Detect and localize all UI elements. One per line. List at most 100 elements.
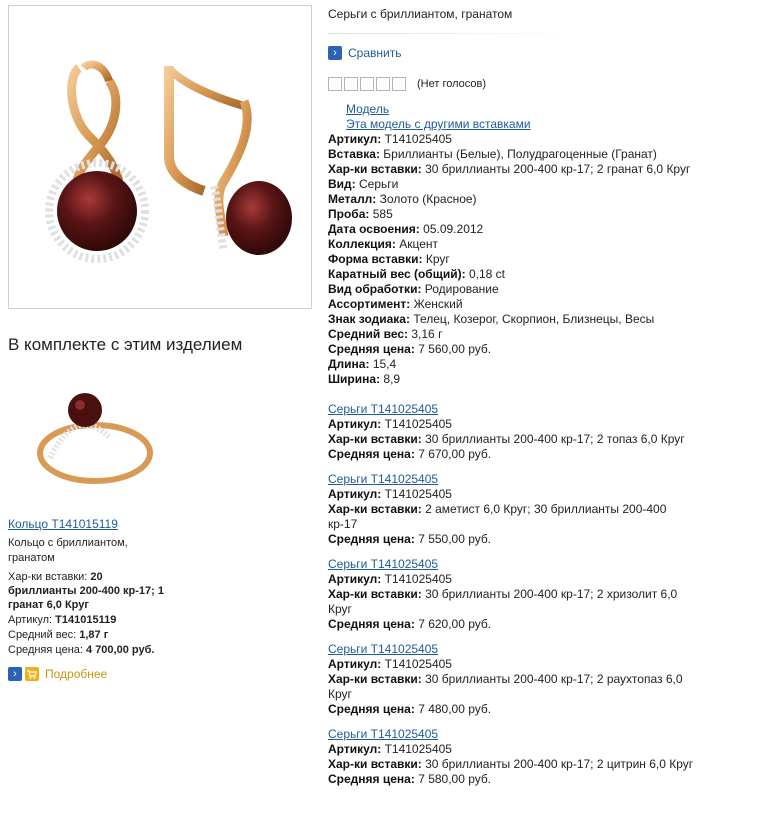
ring-spec-insert: Хар-ки вставки: 20 бриллианты 200-400 кр… bbox=[8, 570, 168, 612]
ring-product-link[interactable]: Кольцо T141015119 bbox=[8, 517, 118, 531]
variant-article-label: Артикул: bbox=[328, 657, 382, 671]
variant-article: T141025405 bbox=[384, 742, 452, 756]
variant-article-label: Артикул: bbox=[328, 742, 382, 756]
variant-link[interactable]: Серьги T141025405 bbox=[328, 557, 438, 571]
spec-label: Металл: bbox=[328, 192, 377, 206]
spec-row: Средняя цена: 7 560,00 руб. bbox=[328, 342, 748, 357]
ring-spec-weight-label: Средний вес: bbox=[8, 629, 77, 641]
ring-illustration bbox=[37, 393, 153, 484]
votes-label: (Нет голосов) bbox=[417, 78, 487, 90]
variant-link[interactable]: Серьги T141025405 bbox=[328, 727, 438, 741]
more-details: › Подробнее bbox=[8, 666, 107, 682]
spec-value: Золото (Красное) bbox=[379, 192, 477, 206]
spec-value: Акцент bbox=[399, 237, 439, 251]
spec-label: Хар-ки вставки: bbox=[328, 162, 422, 176]
spec-row: Ассортимент: Женский bbox=[328, 297, 748, 312]
spec-value: Бриллианты (Белые), Полудрагоценные (Гра… bbox=[383, 147, 657, 161]
product-specs: Артикул: T141025405 Вставка: Бриллианты … bbox=[328, 132, 748, 387]
variant-insert-label: Хар-ки вставки: bbox=[328, 672, 422, 686]
product-title: Серьги с бриллиантом, гранатом bbox=[328, 7, 513, 21]
variant-article: T141025405 bbox=[384, 657, 452, 671]
spec-label: Ассортимент: bbox=[328, 297, 411, 311]
ring-spec-weight-value: 1,87 г bbox=[79, 629, 109, 641]
spec-value: Круг bbox=[425, 252, 450, 266]
variant-price-label: Средняя цена: bbox=[328, 772, 415, 786]
spec-row: Проба: 585 bbox=[328, 207, 748, 222]
product-image[interactable] bbox=[8, 5, 312, 309]
spec-row: Длина: 15,4 bbox=[328, 357, 748, 372]
earrings-illustration bbox=[45, 60, 292, 263]
variant-link[interactable]: Серьги T141025405 bbox=[328, 642, 438, 656]
spec-label: Форма вставки: bbox=[328, 252, 423, 266]
rating-star-2[interactable] bbox=[344, 77, 358, 91]
compare-control[interactable]: › Сравнить bbox=[328, 46, 401, 60]
rating-star-3[interactable] bbox=[360, 77, 374, 91]
spec-value: Серьги bbox=[359, 177, 399, 191]
rating-widget: (Нет голосов) bbox=[328, 77, 486, 91]
variant-item: Серьги T141025405 Артикул: T141025405 Ха… bbox=[328, 557, 698, 632]
variant-insert-label: Хар-ки вставки: bbox=[328, 587, 422, 601]
spec-row: Артикул: T141025405 bbox=[328, 132, 748, 147]
spec-row: Вставка: Бриллианты (Белые), Полудрагоце… bbox=[328, 147, 748, 162]
ring-specs: Хар-ки вставки: 20 бриллианты 200-400 кр… bbox=[8, 570, 168, 658]
spec-value: 3,16 г bbox=[411, 327, 443, 341]
rating-star-5[interactable] bbox=[392, 77, 406, 91]
rating-star-1[interactable] bbox=[328, 77, 342, 91]
variant-insert: 30 бриллианты 200-400 кр-17; 2 цитрин 6,… bbox=[425, 757, 694, 771]
variant-link[interactable]: Серьги T141025405 bbox=[328, 402, 438, 416]
spec-label: Средняя цена: bbox=[328, 342, 415, 356]
spec-label: Знак зодиака: bbox=[328, 312, 410, 326]
rating-star-4[interactable] bbox=[376, 77, 390, 91]
spec-row: Ширина: 8,9 bbox=[328, 372, 748, 387]
spec-label: Артикул: bbox=[328, 132, 382, 146]
variant-item: Серьги T141025405 Артикул: T141025405 Ха… bbox=[328, 727, 698, 787]
more-details-link[interactable]: Подробнее bbox=[45, 667, 107, 681]
spec-value: Телец, Козерог, Скорпион, Близнецы, Весы bbox=[413, 312, 655, 326]
ring-spec-article: Артикул: T141015119 bbox=[8, 613, 168, 627]
variant-price-label: Средняя цена: bbox=[328, 447, 415, 461]
variant-insert: 30 бриллианты 200-400 кр-17; 2 топаз 6,0… bbox=[425, 432, 685, 446]
spec-label: Вид: bbox=[328, 177, 356, 191]
spec-value: 585 bbox=[372, 207, 393, 221]
variant-article-label: Артикул: bbox=[328, 487, 382, 501]
spec-label: Вид обработки: bbox=[328, 282, 422, 296]
other-inserts-link[interactable]: Эта модель с другими вставками bbox=[346, 117, 531, 132]
variant-price-label: Средняя цена: bbox=[328, 532, 415, 546]
spec-label: Длина: bbox=[328, 357, 370, 371]
variant-price-label: Средняя цена: bbox=[328, 702, 415, 716]
spec-row: Дата освоения: 05.09.2012 bbox=[328, 222, 748, 237]
spec-row: Хар-ки вставки: 30 бриллианты 200-400 кр… bbox=[328, 162, 748, 177]
ring-description: Кольцо с бриллиантом, гранатом bbox=[8, 537, 128, 564]
spec-row: Знак зодиака: Телец, Козерог, Скорпион, … bbox=[328, 312, 748, 327]
spec-row: Вид: Серьги bbox=[328, 177, 748, 192]
spec-label: Дата освоения: bbox=[328, 222, 420, 236]
spec-label: Коллекция: bbox=[328, 237, 396, 251]
variant-price-label: Средняя цена: bbox=[328, 617, 415, 631]
ring-spec-article-label: Артикул: bbox=[8, 614, 53, 626]
ring-spec-article-value: T141015119 bbox=[55, 614, 117, 626]
compare-label[interactable]: Сравнить bbox=[348, 46, 401, 60]
spec-value: T141025405 bbox=[384, 132, 452, 146]
variant-list: Серьги T141025405 Артикул: T141025405 Ха… bbox=[328, 402, 698, 797]
ring-spec-weight: Средний вес: 1,87 г bbox=[8, 628, 168, 642]
variant-item: Серьги T141025405 Артикул: T141025405 Ха… bbox=[328, 472, 698, 547]
spec-row: Коллекция: Акцент bbox=[328, 237, 748, 252]
arrow-right-icon[interactable]: › bbox=[8, 667, 22, 681]
spec-value: Родирование bbox=[424, 282, 499, 296]
variant-link[interactable]: Серьги T141025405 bbox=[328, 472, 438, 486]
spec-value: 8,9 bbox=[383, 372, 401, 386]
spec-row: Каратный вес (общий): 0,18 ct bbox=[328, 267, 748, 282]
spec-label: Каратный вес (общий): bbox=[328, 267, 466, 281]
spec-label: Средний вес: bbox=[328, 327, 409, 341]
title-divider bbox=[328, 33, 578, 34]
cart-icon[interactable] bbox=[25, 667, 39, 681]
variant-article-label: Артикул: bbox=[328, 417, 382, 431]
model-links: Модель Эта модель с другими вставками bbox=[346, 102, 531, 132]
variant-item: Серьги T141025405 Артикул: T141025405 Ха… bbox=[328, 402, 698, 462]
arrow-right-icon[interactable]: › bbox=[328, 46, 342, 60]
ring-image[interactable] bbox=[20, 378, 160, 498]
spec-value: 15,4 bbox=[372, 357, 397, 371]
kit-section-title: В комплекте с этим изделием bbox=[8, 335, 243, 354]
model-link[interactable]: Модель bbox=[346, 102, 531, 117]
variant-article-label: Артикул: bbox=[328, 572, 382, 586]
